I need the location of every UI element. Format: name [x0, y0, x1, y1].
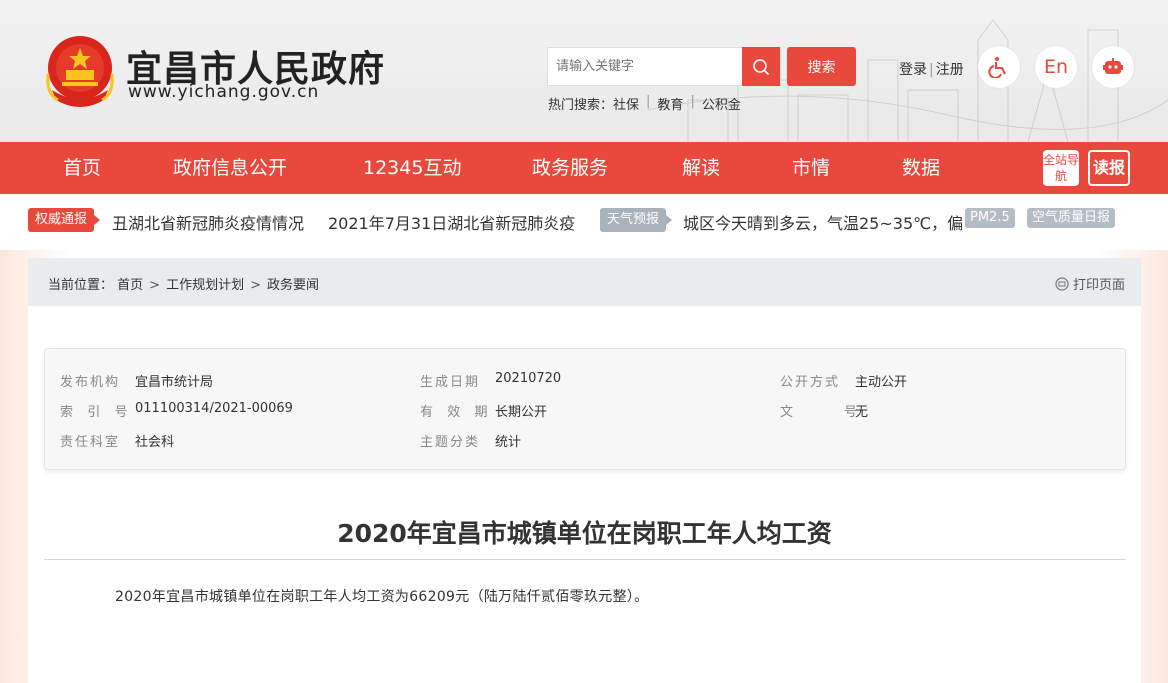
weather-text: 城区今天晴到多云，气温25~35℃，偏: [683, 214, 964, 233]
document-metadata: 发布机构 宜昌市统计局 生成日期 20210720 公开方式 主动公开 索 引 …: [44, 348, 1126, 470]
news-link[interactable]: 丑湖北省新冠肺炎疫情情况: [112, 210, 304, 234]
valid-label: 有 效 期: [420, 405, 490, 420]
search-input[interactable]: [548, 48, 744, 85]
nav-interpretation[interactable]: 解读: [682, 142, 720, 194]
print-page-button[interactable]: 打印页面: [1055, 274, 1125, 293]
pm25-badge[interactable]: PM2.5: [965, 208, 1015, 228]
breadcrumb-item[interactable]: 政务要闻: [267, 278, 319, 293]
open-label: 公开方式: [780, 375, 841, 390]
nav-city-info[interactable]: 市情: [792, 142, 830, 194]
article-body: 2020年宜昌市城镇单位在岗职工年人均工资为66209元（陆万陆仟贰佰零玖元整）…: [115, 589, 649, 605]
nav-data[interactable]: 数据: [902, 142, 940, 194]
hot-search: 热门搜索： 社保 | 教育 | 公积金: [548, 94, 741, 113]
ticker-bar: 权威通报 丑湖北省新冠肺炎疫情情况 2021年7月31日湖北省新冠肺炎疫 天气预…: [0, 194, 1168, 250]
nav-12345[interactable]: 12345互动: [363, 142, 461, 194]
meta-row: 索 引 号 011100314/2021-00069 有 效 期 长期公开 文 …: [45, 401, 1125, 421]
hot-search-item[interactable]: 教育: [657, 94, 683, 113]
breadcrumb-item[interactable]: 工作规划计划: [166, 278, 244, 293]
breadcrumb-path: 当前位置： 首页 > 工作规划计划 > 政务要闻: [48, 274, 319, 293]
breadcrumb-label: 当前位置：: [48, 278, 114, 293]
authority-tag: 权威通报: [28, 208, 100, 232]
news-link[interactable]: 2021年7月31日湖北省新冠肺炎疫: [328, 210, 575, 234]
topic-value: 统计: [495, 435, 522, 450]
hot-search-label: 热门搜索：: [548, 98, 614, 113]
printer-icon: [1055, 276, 1069, 291]
separator: |: [929, 62, 934, 78]
dept-value: 社会科: [135, 435, 175, 450]
index-value: 011100314/2021-00069: [135, 401, 293, 416]
wheelchair-icon: [988, 57, 1006, 78]
print-label: 打印页面: [1072, 278, 1125, 293]
search-box: [547, 47, 781, 86]
article-title: 2020年宜昌市城镇单位在岗职工年人均工资: [337, 519, 832, 548]
search-button[interactable]: 搜索: [787, 47, 856, 86]
weather-tag: 天气预报: [600, 208, 672, 232]
login-register: 登录 | 注册: [899, 59, 964, 79]
login-link[interactable]: 登录: [899, 62, 927, 78]
nav-services[interactable]: 政务服务: [532, 142, 608, 194]
meta-row: 发布机构 宜昌市统计局 生成日期 20210720 公开方式 主动公开: [45, 371, 1125, 391]
doc-number-value: 无: [855, 405, 869, 420]
site-header: 宜昌市人民政府 www.yichang.gov.cn 搜索 热门搜索： 社保 |…: [0, 0, 1168, 142]
robot-assistant-button[interactable]: [1092, 46, 1134, 88]
publisher-value: 宜昌市统计局: [135, 375, 214, 390]
site-url[interactable]: www.yichang.gov.cn: [128, 82, 319, 102]
english-label: En: [1043, 56, 1069, 78]
publisher-label: 发布机构: [60, 375, 121, 390]
sitemap-button[interactable]: 全站导航: [1043, 150, 1079, 186]
robot-icon: [1103, 58, 1123, 74]
search-icon: [753, 58, 770, 75]
open-value: 主动公开: [855, 375, 908, 390]
accessibility-button[interactable]: [978, 46, 1020, 88]
divider: [44, 559, 1126, 560]
breadcrumb-item[interactable]: 首页: [117, 278, 143, 293]
search-icon-button[interactable]: [742, 47, 780, 86]
index-label: 索 引 号: [60, 405, 130, 420]
air-quality-link[interactable]: 空气质量日报: [1027, 208, 1116, 228]
reader-button[interactable]: 读报: [1088, 150, 1130, 186]
meta-row: 责任科室 社会科 主题分类 统计: [45, 431, 1125, 451]
dept-label: 责任科室: [60, 435, 121, 450]
hot-search-item[interactable]: 公积金: [702, 94, 741, 113]
english-button[interactable]: En: [1035, 46, 1077, 88]
nav-gov-info[interactable]: 政府信息公开: [173, 142, 287, 194]
date-label: 生成日期: [420, 375, 481, 390]
register-link[interactable]: 注册: [936, 62, 964, 78]
main-nav: 首页 政府信息公开 12345互动 政务服务 解读 市情 数据 全站导航 读报: [0, 142, 1168, 194]
breadcrumb-separator: >: [250, 278, 261, 293]
breadcrumb: 当前位置： 首页 > 工作规划计划 > 政务要闻 打印页面: [28, 258, 1141, 306]
breadcrumb-separator: >: [149, 278, 161, 293]
separator: |: [690, 94, 695, 109]
hot-search-item[interactable]: 社保: [613, 94, 639, 113]
article-container: 发布机构 宜昌市统计局 生成日期 20210720 公开方式 主动公开 索 引 …: [28, 306, 1141, 683]
valid-value: 长期公开: [495, 405, 548, 420]
national-emblem-logo: [46, 36, 114, 107]
separator: |: [646, 94, 651, 109]
topic-label: 主题分类: [420, 435, 481, 450]
date-value: 20210720: [495, 371, 562, 386]
nav-home[interactable]: 首页: [63, 142, 101, 194]
doc-number-label: 文 号: [780, 405, 860, 420]
